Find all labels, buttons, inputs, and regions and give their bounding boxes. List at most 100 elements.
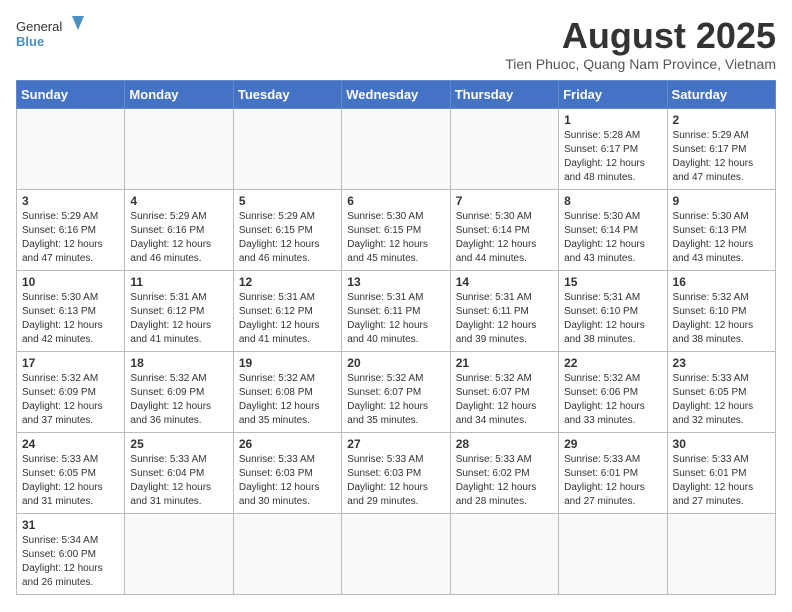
day-number: 6 [347, 194, 444, 208]
calendar-cell [233, 108, 341, 189]
day-info: Sunrise: 5:33 AM Sunset: 6:04 PM Dayligh… [130, 453, 227, 509]
calendar-cell: 7 Sunrise: 5:30 AM Sunset: 6:14 PM Daylig… [450, 189, 558, 270]
weekday-header-monday: Monday [125, 80, 233, 108]
weekday-header-tuesday: Tuesday [233, 80, 341, 108]
week-row-1: 1Sunrise: 5:28 AM Sunset: 6:17 PM Daylig… [17, 108, 776, 189]
day-number: 3 [22, 194, 119, 208]
day-number: 16 [673, 275, 770, 289]
day-info: Sunrise: 5:33 AM Sunset: 6:03 PM Dayligh… [347, 453, 444, 509]
day-number: 2 [673, 113, 770, 127]
calendar-cell: 12Sunrise: 5:31 AM Sunset: 6:12 PM Dayli… [233, 270, 341, 351]
calendar-cell [450, 108, 558, 189]
calendar-cell: 29 Sunrise: 5:33 AM Sunset: 6:01 PM Dayli… [559, 432, 667, 513]
day-info: Sunrise: 5:31 AM Sunset: 6:12 PM Dayligh… [130, 291, 227, 347]
calendar-cell [342, 108, 450, 189]
day-number: 4 [130, 194, 227, 208]
logo: General Blue [16, 16, 86, 52]
day-info: Sunrise: 5:33 AM Sunset: 6:01 PM Dayligh… [564, 453, 661, 509]
calendar-cell: 5Sunrise: 5:29 AM Sunset: 6:15 PM Daylig… [233, 189, 341, 270]
calendar-cell: 25Sunrise: 5:33 AM Sunset: 6:04 PM Dayli… [125, 432, 233, 513]
day-number: 7 [456, 194, 553, 208]
calendar-cell [17, 108, 125, 189]
calendar-cell: 8Sunrise: 5:30 AM Sunset: 6:14 PM Daylig… [559, 189, 667, 270]
weekday-header-row: SundayMondayTuesdayWednesdayThursdayFrid… [17, 80, 776, 108]
weekday-header-friday: Friday [559, 80, 667, 108]
day-number: 17 [22, 356, 119, 370]
day-number: 28 [456, 437, 553, 451]
calendar-cell [233, 513, 341, 594]
day-number: 12 [239, 275, 336, 289]
day-info: Sunrise: 5:33 AM Sunset: 6:05 PM Dayligh… [22, 453, 119, 509]
day-number: 24 [22, 437, 119, 451]
calendar-cell [559, 513, 667, 594]
day-number: 19 [239, 356, 336, 370]
calendar-cell: 6 Sunrise: 5:30 AM Sunset: 6:15 PM Daylig… [342, 189, 450, 270]
calendar-cell: 26 Sunrise: 5:33 AM Sunset: 6:03 PM Dayli… [233, 432, 341, 513]
day-info: Sunrise: 5:30 AM Sunset: 6:14 PM Dayligh… [456, 210, 553, 266]
week-row-4: 17 Sunrise: 5:32 AM Sunset: 6:09 PM Dayli… [17, 351, 776, 432]
calendar-cell: 17 Sunrise: 5:32 AM Sunset: 6:09 PM Dayli… [17, 351, 125, 432]
day-number: 29 [564, 437, 661, 451]
calendar-cell: 4 Sunrise: 5:29 AM Sunset: 6:16 PM Daylig… [125, 189, 233, 270]
svg-text:General: General [16, 19, 62, 34]
calendar-cell: 31 Sunrise: 5:34 AM Sunset: 6:00 PM Dayli… [17, 513, 125, 594]
day-number: 23 [673, 356, 770, 370]
calendar-cell [125, 513, 233, 594]
generalblue-logo-icon: General Blue [16, 16, 86, 52]
day-number: 31 [22, 518, 119, 532]
calendar-cell [125, 108, 233, 189]
weekday-header-wednesday: Wednesday [342, 80, 450, 108]
day-info: Sunrise: 5:32 AM Sunset: 6:09 PM Dayligh… [22, 372, 119, 428]
calendar-cell: 22 Sunrise: 5:32 AM Sunset: 6:06 PM Dayli… [559, 351, 667, 432]
calendar-cell: 11 Sunrise: 5:31 AM Sunset: 6:12 PM Dayli… [125, 270, 233, 351]
calendar-title: August 2025 [505, 16, 776, 56]
calendar-cell: 23Sunrise: 5:33 AM Sunset: 6:05 PM Dayli… [667, 351, 775, 432]
day-info: Sunrise: 5:30 AM Sunset: 6:15 PM Dayligh… [347, 210, 444, 266]
day-number: 21 [456, 356, 553, 370]
day-info: Sunrise: 5:31 AM Sunset: 6:11 PM Dayligh… [456, 291, 553, 347]
day-number: 22 [564, 356, 661, 370]
weekday-header-saturday: Saturday [667, 80, 775, 108]
calendar-cell: 27 Sunrise: 5:33 AM Sunset: 6:03 PM Dayli… [342, 432, 450, 513]
day-number: 13 [347, 275, 444, 289]
calendar-cell: 1Sunrise: 5:28 AM Sunset: 6:17 PM Daylig… [559, 108, 667, 189]
day-info: Sunrise: 5:33 AM Sunset: 6:03 PM Dayligh… [239, 453, 336, 509]
week-row-3: 10Sunrise: 5:30 AM Sunset: 6:13 PM Dayli… [17, 270, 776, 351]
day-number: 1 [564, 113, 661, 127]
calendar-cell: 13 Sunrise: 5:31 AM Sunset: 6:11 PM Dayli… [342, 270, 450, 351]
svg-text:Blue: Blue [16, 34, 44, 49]
day-number: 5 [239, 194, 336, 208]
day-info: Sunrise: 5:30 AM Sunset: 6:13 PM Dayligh… [22, 291, 119, 347]
calendar-cell: 20Sunrise: 5:32 AM Sunset: 6:07 PM Dayli… [342, 351, 450, 432]
calendar-cell: 14 Sunrise: 5:31 AM Sunset: 6:11 PM Dayli… [450, 270, 558, 351]
day-info: Sunrise: 5:29 AM Sunset: 6:17 PM Dayligh… [673, 129, 770, 185]
weekday-header-sunday: Sunday [17, 80, 125, 108]
calendar-cell: 24 Sunrise: 5:33 AM Sunset: 6:05 PM Dayli… [17, 432, 125, 513]
weekday-header-thursday: Thursday [450, 80, 558, 108]
calendar-cell: 16Sunrise: 5:32 AM Sunset: 6:10 PM Dayli… [667, 270, 775, 351]
calendar-table: SundayMondayTuesdayWednesdayThursdayFrid… [16, 80, 776, 595]
day-number: 11 [130, 275, 227, 289]
day-number: 8 [564, 194, 661, 208]
calendar-cell: 30Sunrise: 5:33 AM Sunset: 6:01 PM Dayli… [667, 432, 775, 513]
calendar-cell: 15Sunrise: 5:31 AM Sunset: 6:10 PM Dayli… [559, 270, 667, 351]
day-info: Sunrise: 5:30 AM Sunset: 6:13 PM Dayligh… [673, 210, 770, 266]
calendar-cell [450, 513, 558, 594]
calendar-cell: 28 Sunrise: 5:33 AM Sunset: 6:02 PM Dayli… [450, 432, 558, 513]
day-number: 14 [456, 275, 553, 289]
calendar-cell: 3Sunrise: 5:29 AM Sunset: 6:16 PM Daylig… [17, 189, 125, 270]
day-number: 26 [239, 437, 336, 451]
day-info: Sunrise: 5:32 AM Sunset: 6:06 PM Dayligh… [564, 372, 661, 428]
calendar-subtitle: Tien Phuoc, Quang Nam Province, Vietnam [505, 56, 776, 72]
day-info: Sunrise: 5:31 AM Sunset: 6:11 PM Dayligh… [347, 291, 444, 347]
title-block: August 2025 Tien Phuoc, Quang Nam Provin… [505, 16, 776, 72]
day-info: Sunrise: 5:32 AM Sunset: 6:08 PM Dayligh… [239, 372, 336, 428]
day-number: 27 [347, 437, 444, 451]
day-info: Sunrise: 5:32 AM Sunset: 6:09 PM Dayligh… [130, 372, 227, 428]
day-info: Sunrise: 5:33 AM Sunset: 6:02 PM Dayligh… [456, 453, 553, 509]
calendar-cell: 18Sunrise: 5:32 AM Sunset: 6:09 PM Dayli… [125, 351, 233, 432]
calendar-cell: 19 Sunrise: 5:32 AM Sunset: 6:08 PM Dayli… [233, 351, 341, 432]
day-info: Sunrise: 5:29 AM Sunset: 6:16 PM Dayligh… [130, 210, 227, 266]
day-info: Sunrise: 5:34 AM Sunset: 6:00 PM Dayligh… [22, 534, 119, 590]
page-header: General Blue August 2025 Tien Phuoc, Qua… [16, 16, 776, 72]
